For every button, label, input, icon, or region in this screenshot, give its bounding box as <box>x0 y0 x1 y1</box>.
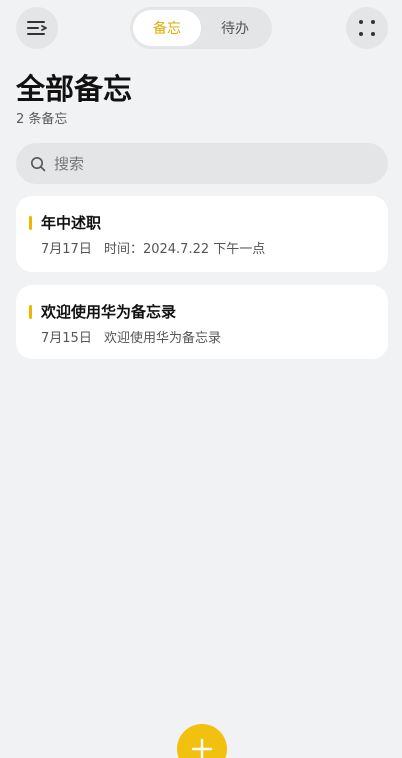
search-icon <box>31 156 46 171</box>
note-meta: 7月17日 时间：2024.7.22 下午一点 <box>41 238 265 257</box>
more-button[interactable] <box>346 7 388 49</box>
top-bar: 备忘 待办 <box>0 0 402 56</box>
tab-notes[interactable]: 备忘 <box>133 10 201 46</box>
search-placeholder: 搜索 <box>54 155 85 173</box>
tab-todo[interactable]: 待办 <box>201 10 269 46</box>
notes-todo-switch: 备忘 待办 <box>130 7 272 49</box>
page-title: 全部备忘 <box>16 72 133 106</box>
note-card[interactable]: 年中述职 7月17日 时间：2024.7.22 下午一点 <box>16 196 388 272</box>
note-card[interactable]: 欢迎使用华为备忘录 7月15日 欢迎使用华为备忘录 <box>16 285 388 359</box>
plus-icon <box>191 738 213 758</box>
note-preview: 时间：2024.7.22 下午一点 <box>103 242 266 257</box>
menu-icon <box>27 21 47 35</box>
note-date: 7月15日 <box>41 331 92 346</box>
note-accent-bar <box>29 305 32 319</box>
more-dots-icon <box>359 20 375 36</box>
note-date: 7月17日 <box>41 242 92 257</box>
note-accent-bar <box>29 216 32 230</box>
note-meta: 7月15日 欢迎使用华为备忘录 <box>41 327 221 346</box>
note-preview: 欢迎使用华为备忘录 <box>103 331 221 346</box>
add-note-button[interactable] <box>177 724 227 758</box>
note-title: 年中述职 <box>41 214 102 232</box>
search-input[interactable]: 搜索 <box>16 143 388 184</box>
note-count: 2 条备忘 <box>16 112 68 127</box>
menu-button[interactable] <box>16 7 58 49</box>
note-title: 欢迎使用华为备忘录 <box>41 303 177 321</box>
